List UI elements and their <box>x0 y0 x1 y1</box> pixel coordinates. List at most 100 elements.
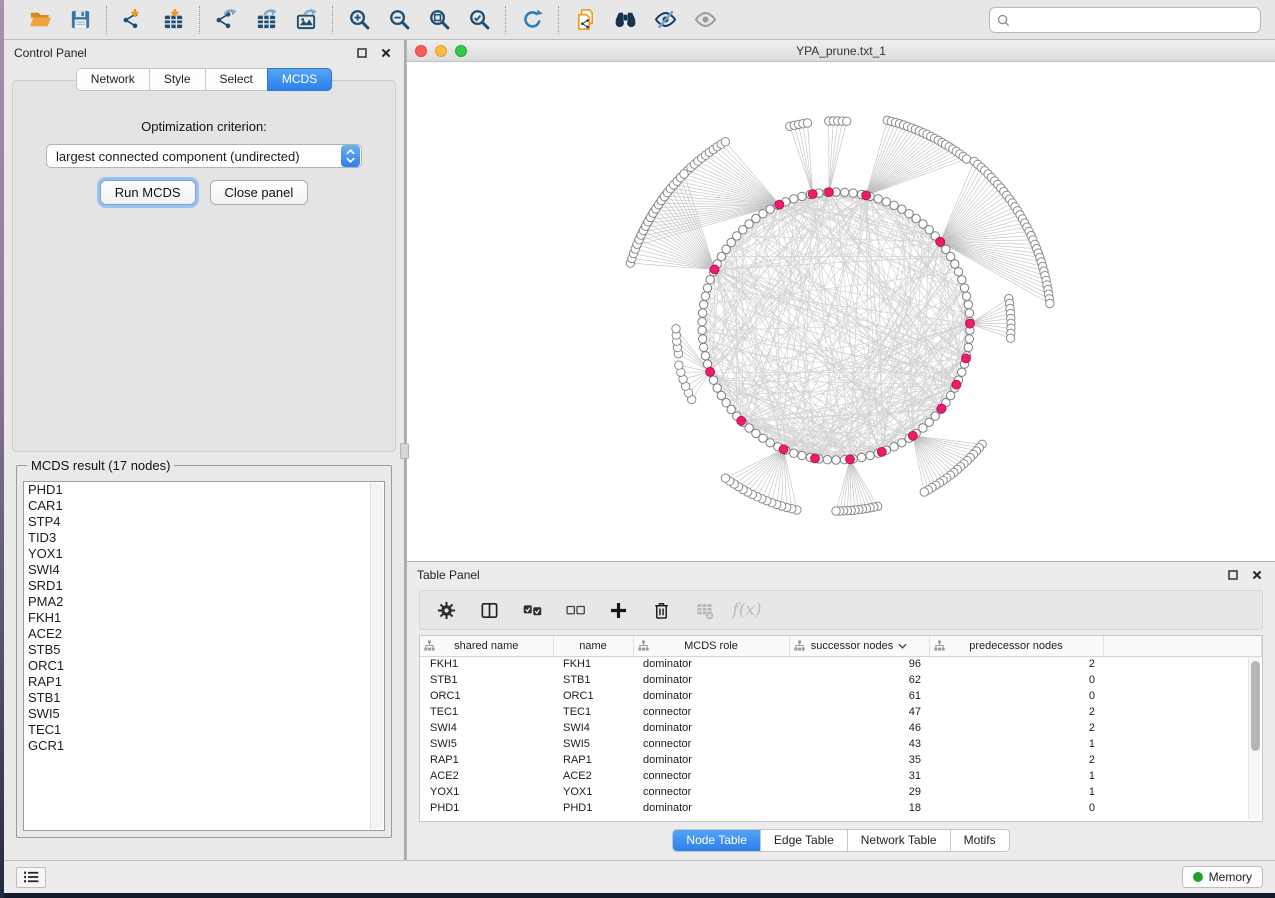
network-node[interactable] <box>832 456 840 464</box>
network-node[interactable] <box>843 117 851 125</box>
network-hub-node[interactable] <box>937 404 946 413</box>
network-node[interactable] <box>832 507 840 515</box>
network-node[interactable] <box>721 474 729 482</box>
network-hub-node[interactable] <box>952 380 961 389</box>
network-hub-node[interactable] <box>706 367 715 376</box>
network-hub-node[interactable] <box>846 455 855 464</box>
export-image-button[interactable] <box>293 7 319 33</box>
network-node[interactable] <box>803 119 811 127</box>
network-node[interactable] <box>962 292 970 300</box>
hide-selected-button[interactable] <box>652 7 678 33</box>
settings-button[interactable] <box>434 598 458 622</box>
network-node[interactable] <box>962 155 970 163</box>
network-node[interactable] <box>798 192 806 200</box>
network-node[interactable] <box>798 451 806 459</box>
network-node[interactable] <box>766 205 774 213</box>
tab-node-table[interactable]: Node Table <box>673 830 761 851</box>
panel-divider[interactable] <box>404 40 406 860</box>
network-node[interactable] <box>951 260 959 268</box>
network-node[interactable] <box>964 300 972 308</box>
divider-grip[interactable] <box>400 443 409 459</box>
mcds-result-item[interactable]: PHD1 <box>24 482 384 498</box>
maximize-window-icon[interactable] <box>455 45 467 57</box>
mcds-result-item[interactable]: STP4 <box>24 514 384 530</box>
network-node[interactable] <box>672 325 680 333</box>
zoom-fit-button[interactable] <box>426 7 452 33</box>
table-row[interactable]: YOX1YOX1connector291 <box>420 784 1262 800</box>
network-node[interactable] <box>1046 299 1054 307</box>
network-node[interactable] <box>964 343 972 351</box>
export-table-button[interactable] <box>253 7 279 33</box>
open-file-button[interactable] <box>27 7 53 33</box>
network-node[interactable] <box>898 439 906 447</box>
import-table-button[interactable] <box>160 7 186 33</box>
mcds-result-item[interactable]: STB5 <box>24 642 384 658</box>
tab-style[interactable]: Style <box>149 68 205 91</box>
tab-mcds[interactable]: MCDS <box>267 68 332 91</box>
network-node[interactable] <box>790 195 798 203</box>
zoom-out-button[interactable] <box>386 7 412 33</box>
network-node[interactable] <box>874 195 882 203</box>
network-node[interactable] <box>890 443 898 451</box>
criterion-dropdown[interactable]: largest connected component (undirected) <box>46 144 362 168</box>
network-node[interactable] <box>698 309 706 317</box>
tab-network-table[interactable]: Network Table <box>848 830 951 851</box>
add-column-button[interactable] <box>606 598 630 622</box>
network-node[interactable] <box>958 368 966 376</box>
network-node[interactable] <box>698 318 706 326</box>
table-row[interactable]: SWI5SWI5connector431 <box>420 736 1262 752</box>
table-row[interactable]: TEC1TEC1connector472 <box>420 704 1262 720</box>
column-header-MCDS-role[interactable]: MCDS role <box>633 636 789 656</box>
network-hub-node[interactable] <box>966 319 975 328</box>
network-node[interactable] <box>965 335 973 343</box>
table-row[interactable]: STB1STB1dominator620 <box>420 672 1262 688</box>
network-node[interactable] <box>680 170 688 178</box>
network-node[interactable] <box>890 201 898 209</box>
table-scrollbar-thumb[interactable] <box>1251 661 1260 751</box>
minimize-window-icon[interactable] <box>435 45 447 57</box>
column-header-predecessor-nodes[interactable]: predecessor nodes <box>929 636 1103 656</box>
close-panel-button[interactable]: Close panel <box>210 180 309 205</box>
search-input[interactable] <box>1015 13 1253 27</box>
zoom-in-button[interactable] <box>346 7 372 33</box>
network-node[interactable] <box>703 284 711 292</box>
network-node[interactable] <box>713 384 721 392</box>
network-node[interactable] <box>721 138 729 146</box>
delete-column-button[interactable] <box>649 598 673 622</box>
tab-network[interactable]: Network <box>76 68 149 91</box>
mcds-result-item[interactable]: RAP1 <box>24 674 384 690</box>
zoom-selected-button[interactable] <box>466 7 492 33</box>
deselect-all-button[interactable] <box>563 598 587 622</box>
network-hub-node[interactable] <box>936 237 945 246</box>
table-scrollbar[interactable] <box>1248 657 1260 819</box>
table-row[interactable]: ACE2ACE2connector311 <box>420 768 1262 784</box>
network-hub-node[interactable] <box>808 190 817 199</box>
network-node[interactable] <box>823 456 831 464</box>
close-panel-icon[interactable] <box>378 46 394 60</box>
network-node[interactable] <box>698 335 706 343</box>
mcds-result-item[interactable]: TEC1 <box>24 722 384 738</box>
tab-motifs[interactable]: Motifs <box>951 830 1009 851</box>
table-row[interactable]: PHD1PHD1dominator180 <box>420 800 1262 816</box>
network-hub-node[interactable] <box>779 445 788 454</box>
column-header-name[interactable]: name <box>553 636 633 656</box>
network-hub-node[interactable] <box>862 191 871 200</box>
network-node[interactable] <box>849 189 857 197</box>
network-node[interactable] <box>709 376 717 384</box>
network-hub-node[interactable] <box>737 416 746 425</box>
network-node[interactable] <box>954 268 962 276</box>
tab-select[interactable]: Select <box>205 68 267 91</box>
task-history-button[interactable] <box>16 867 46 888</box>
network-hub-node[interactable] <box>825 188 834 197</box>
network-node[interactable] <box>960 284 968 292</box>
mcds-result-item[interactable]: SWI5 <box>24 706 384 722</box>
mcds-result-item[interactable]: SRD1 <box>24 578 384 594</box>
network-node[interactable] <box>706 276 714 284</box>
network-node[interactable] <box>700 300 708 308</box>
network-hub-node[interactable] <box>877 448 886 457</box>
network-hub-node[interactable] <box>909 431 918 440</box>
search-box[interactable] <box>989 7 1261 33</box>
clone-network-button[interactable] <box>572 7 598 33</box>
column-header-successor-nodes[interactable]: successor nodes <box>789 636 929 656</box>
column-header-shared-name[interactable]: shared name <box>420 636 553 656</box>
